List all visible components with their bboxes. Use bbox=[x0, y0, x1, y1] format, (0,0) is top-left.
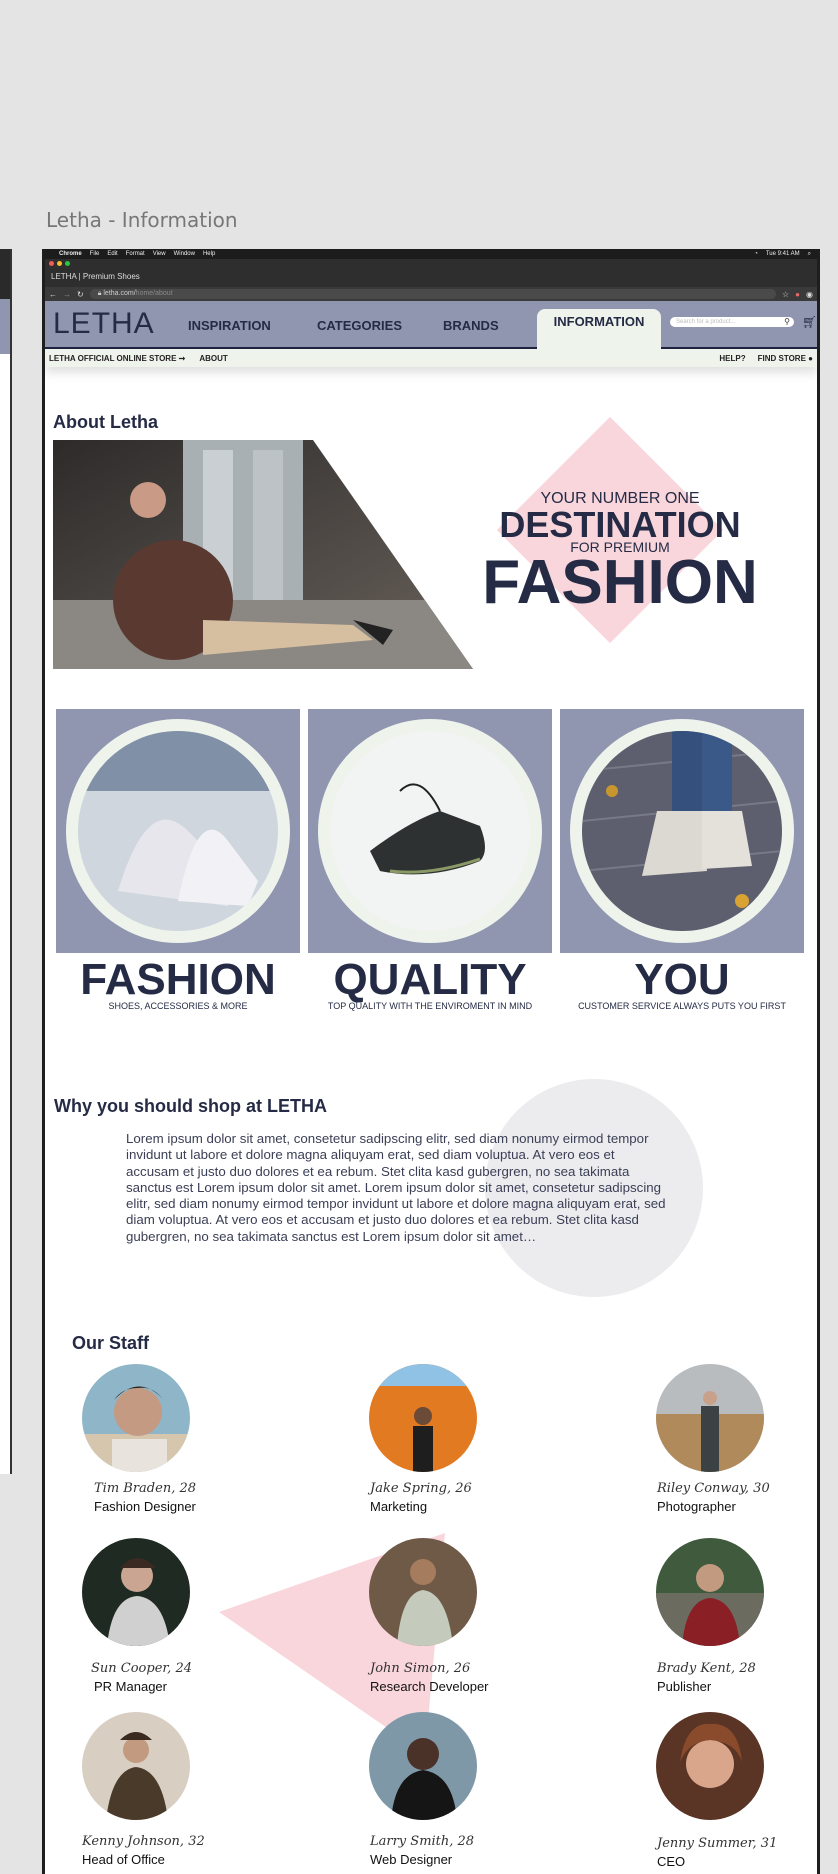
staff-name-tim: Tim Braden, 28 bbox=[94, 1481, 197, 1496]
about-link[interactable]: ABOUT bbox=[199, 354, 227, 363]
extension-icon[interactable]: ● bbox=[795, 290, 800, 299]
feature-title-quality: QUALITY bbox=[333, 955, 527, 1004]
staff-name-jenny: Jenny Summer, 31 bbox=[657, 1836, 778, 1851]
heels-photo bbox=[78, 731, 278, 931]
help-link[interactable]: HELP? bbox=[719, 354, 745, 363]
staff-photo-kenny[interactable] bbox=[82, 1712, 190, 1820]
staff-photo-larry[interactable] bbox=[369, 1712, 477, 1820]
staff-role-jenny: CEO bbox=[657, 1854, 686, 1869]
sneaker-photo bbox=[330, 731, 530, 931]
menu-app[interactable]: Chrome bbox=[59, 251, 82, 257]
staff-heading: Our Staff bbox=[72, 1333, 150, 1353]
feature-subtitle-fashion: SHOES, ACCESSORIES & MORE bbox=[108, 1001, 248, 1011]
close-window-button[interactable] bbox=[49, 261, 54, 266]
profile-icon[interactable]: ◉ bbox=[806, 290, 813, 299]
artboard-title: Letha - Information bbox=[46, 208, 238, 232]
clock: Tue 9:41 AM bbox=[765, 250, 800, 257]
staff-photo-jenny[interactable] bbox=[656, 1712, 764, 1820]
staff-photo-john[interactable] bbox=[369, 1538, 477, 1646]
staff-photo-tim[interactable] bbox=[82, 1364, 190, 1472]
sub-navbar: LETHA OFFICIAL ONLINE STORE ➞ ABOUT HELP… bbox=[45, 349, 817, 367]
staff-role-john: Research Developer bbox=[370, 1679, 489, 1694]
staff-name-john: John Simon, 26 bbox=[370, 1661, 471, 1676]
spotlight-icon[interactable]: ⌕ bbox=[808, 251, 811, 258]
search-placeholder: Search for a product... bbox=[676, 319, 736, 325]
address-bar: ← → ↻ 🔒︎ letha.com/home/about ☆ ● ◉ bbox=[45, 287, 817, 301]
staff-name-kenny: Kenny Johnson, 32 bbox=[82, 1834, 205, 1849]
site-navbar: LETHA INSPIRATION CATEGORIES BRANDS INFO… bbox=[45, 301, 817, 349]
minimize-window-button[interactable] bbox=[57, 261, 62, 266]
nav-brands[interactable]: BRANDS bbox=[443, 318, 499, 333]
staff-name-sun: Sun Cooper, 24 bbox=[91, 1661, 192, 1676]
staff-role-sun: PR Manager bbox=[94, 1679, 167, 1694]
bookmark-star-icon[interactable]: ☆ bbox=[782, 290, 789, 299]
basket-icon[interactable]: 🛒︎ bbox=[802, 315, 817, 329]
reload-icon[interactable]: ↻ bbox=[77, 290, 84, 299]
url-path: home/about bbox=[135, 290, 173, 297]
menu-file[interactable]: File bbox=[90, 251, 100, 257]
staff-role-tim: Fashion Designer bbox=[94, 1499, 196, 1514]
back-icon[interactable]: ← bbox=[49, 290, 57, 299]
about-heading: About Letha bbox=[53, 412, 158, 432]
site-logo[interactable]: LETHA bbox=[53, 307, 155, 341]
feature-card-you[interactable] bbox=[560, 709, 804, 953]
feature-card-fashion[interactable] bbox=[56, 709, 300, 953]
location-pin-icon: ● bbox=[808, 353, 813, 363]
arrow-right-icon: ➞ bbox=[178, 353, 186, 363]
boots-photo bbox=[582, 731, 782, 931]
wifi-icon: ◔ bbox=[754, 250, 758, 257]
forward-icon[interactable]: → bbox=[63, 290, 71, 299]
staff-role-brady: Publisher bbox=[657, 1679, 712, 1694]
tab-active[interactable]: LETHA | Premium Shoes bbox=[51, 272, 140, 281]
adjacent-artboard bbox=[0, 249, 12, 1474]
url-domain: letha.com/ bbox=[103, 290, 136, 297]
staff-role-larry: Web Designer bbox=[370, 1852, 453, 1867]
search-icon[interactable]: ⚲ bbox=[784, 317, 790, 327]
menu-edit[interactable]: Edit bbox=[107, 251, 117, 257]
hero-photo-woman bbox=[53, 440, 473, 669]
staff-role-kenny: Head of Office bbox=[82, 1852, 165, 1867]
staff-name-jake: Jake Spring, 26 bbox=[370, 1481, 472, 1496]
staff-name-riley: Riley Conway, 30 bbox=[657, 1481, 770, 1496]
staff-photo-sun[interactable] bbox=[82, 1538, 190, 1646]
feature-subtitle-you: CUSTOMER SERVICE ALWAYS PUTS YOU FIRST bbox=[578, 1001, 786, 1011]
hero-line-2: DESTINATION bbox=[499, 504, 741, 545]
nav-inspiration[interactable]: INSPIRATION bbox=[188, 318, 271, 333]
why-body-text: Lorem ipsum dolor sit amet, consetetur s… bbox=[126, 1131, 666, 1244]
browser-frame: Chrome File Edit Format View Window Help… bbox=[42, 249, 820, 1874]
url-field[interactable]: 🔒︎ letha.com/home/about bbox=[89, 289, 776, 299]
staff-photo-riley[interactable] bbox=[656, 1364, 764, 1472]
find-store-link[interactable]: FIND STORE ● bbox=[758, 354, 813, 363]
tab-bar: LETHA | Premium Shoes bbox=[45, 259, 817, 287]
staff-role-riley: Photographer bbox=[657, 1499, 736, 1514]
os-menubar: Chrome File Edit Format View Window Help… bbox=[45, 249, 817, 259]
nav-information[interactable]: INFORMATION bbox=[537, 309, 661, 349]
hero-headline: YOUR NUMBER ONE DESTINATION FOR PREMIUM … bbox=[445, 490, 795, 614]
why-heading: Why you should shop at LETHA bbox=[54, 1096, 327, 1116]
zoom-window-button[interactable] bbox=[65, 261, 70, 266]
feature-card-quality[interactable] bbox=[308, 709, 552, 953]
menu-view[interactable]: View bbox=[153, 251, 166, 257]
feature-title-you: YOU bbox=[634, 955, 730, 1004]
staff-photo-jake[interactable] bbox=[369, 1364, 477, 1472]
hero-line-4: FASHION bbox=[482, 548, 758, 617]
staff-role-jake: Marketing bbox=[370, 1499, 428, 1514]
menu-format[interactable]: Format bbox=[126, 251, 145, 257]
menu-window[interactable]: Window bbox=[174, 251, 195, 257]
store-link[interactable]: LETHA OFFICIAL ONLINE STORE ➞ bbox=[49, 354, 185, 363]
feature-subtitle-quality: TOP QUALITY WITH THE ENVIROMENT IN MIND bbox=[327, 1001, 533, 1011]
staff-name-larry: Larry Smith, 28 bbox=[370, 1834, 475, 1849]
menu-help[interactable]: Help bbox=[203, 251, 215, 257]
staff-name-brady: Brady Kent, 28 bbox=[657, 1661, 756, 1676]
search-input[interactable]: Search for a product... ⚲ bbox=[670, 317, 794, 327]
feature-title-fashion: FASHION bbox=[80, 955, 276, 1004]
nav-categories[interactable]: CATEGORIES bbox=[317, 318, 402, 333]
staff-photo-brady[interactable] bbox=[656, 1538, 764, 1646]
